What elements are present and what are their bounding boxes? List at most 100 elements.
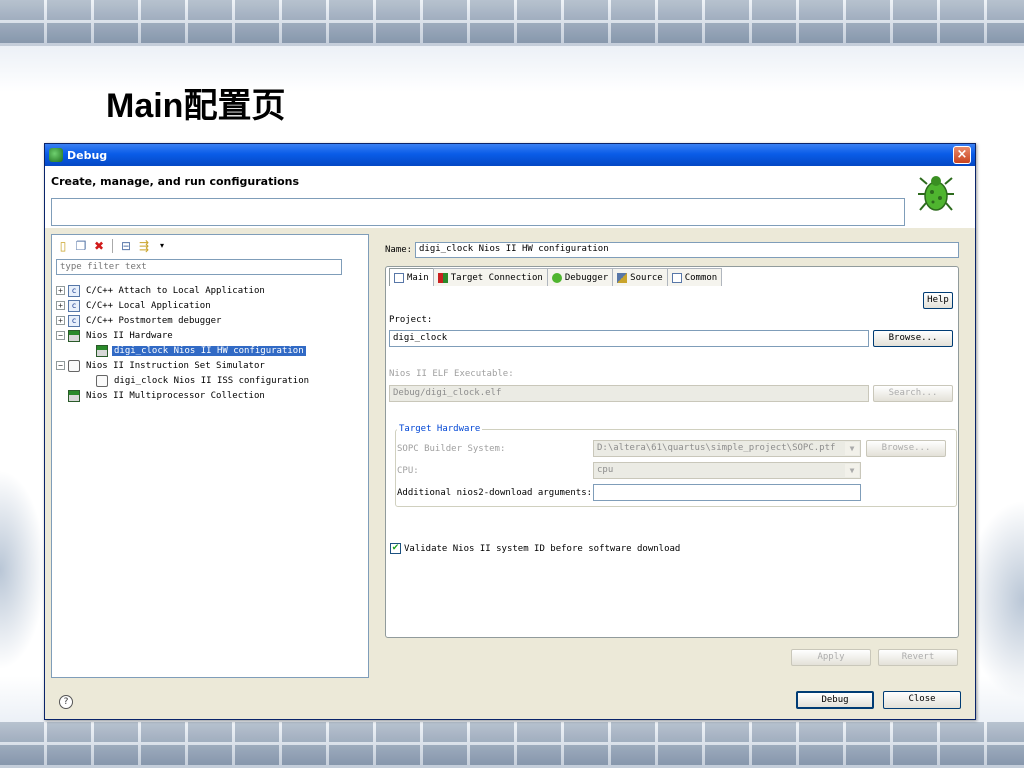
expand-icon[interactable]: +	[56, 301, 65, 310]
bug-icon	[918, 176, 954, 211]
name-label: Name:	[385, 245, 413, 255]
sopc-value: D:\altera\61\quartus\simple_project\SOPC…	[597, 443, 836, 453]
tree-item[interactable]: digi_clock Nios II HW configuration	[56, 343, 311, 358]
chevron-down-icon: ▼	[845, 464, 859, 477]
tree-item[interactable]: − Nios II Instruction Set Simulator	[56, 358, 311, 373]
new-config-icon[interactable]: ▯	[56, 239, 70, 253]
nios-hardware-icon	[96, 344, 108, 357]
args-input[interactable]	[593, 484, 861, 501]
collapse-icon[interactable]: −	[56, 331, 65, 340]
tree-item[interactable]: digi_clock Nios II ISS configuration	[56, 373, 311, 388]
duplicate-config-icon[interactable]: ❐	[74, 239, 88, 253]
nios-hardware-icon	[68, 329, 80, 342]
bottom-decorative-band	[0, 722, 1024, 768]
tree-item-label: digi_clock Nios II HW configuration	[112, 345, 306, 356]
tab-label: Source	[630, 272, 663, 283]
cpu-label: CPU:	[397, 466, 419, 476]
filter-input[interactable]	[56, 259, 342, 275]
elf-input[interactable]: Debug/digi_clock.elf	[389, 385, 869, 402]
debug-button[interactable]: Debug	[796, 691, 874, 709]
source-icon	[617, 272, 628, 283]
tree-item-label: digi_clock Nios II ISS configuration	[114, 375, 310, 386]
project-browse-button[interactable]: Browse...	[873, 330, 953, 347]
elf-search-button[interactable]: Search...	[873, 385, 953, 402]
tree-item-label: Nios II Multiprocessor Collection	[86, 390, 265, 401]
message-area	[51, 198, 905, 226]
tab-strip: Main Target Connection Debugger Source C…	[389, 268, 723, 286]
tab-common[interactable]: Common	[666, 268, 723, 286]
tab-label: Common	[684, 272, 718, 283]
expand-icon[interactable]: +	[56, 316, 65, 325]
close-button[interactable]: Close	[883, 691, 961, 709]
target-connection-icon	[437, 272, 448, 283]
window-title: Debug	[67, 148, 108, 162]
tree-item-label: C/C++ Local Application	[86, 300, 211, 311]
tree-item[interactable]: + c C/C++ Attach to Local Application	[56, 283, 311, 298]
delete-config-icon[interactable]: ✖	[92, 239, 106, 253]
revert-button[interactable]: Revert	[878, 649, 958, 666]
chevron-down-icon: ▼	[845, 442, 859, 455]
filter-icon[interactable]: ⇶	[137, 239, 151, 253]
configuration-list-panel: ▯ ❐ ✖ ⊟ ⇶ ▾ +cC/C++ Attach to Local Appl…	[51, 234, 369, 678]
sopc-label: SOPC Builder System:	[397, 444, 506, 454]
dialog-header: Create, manage, and run configurations	[45, 166, 975, 228]
configuration-tree: + c C/C++ Attach to Local Application + c C/C…	[56, 283, 311, 403]
sopc-select[interactable]: D:\altera\61\quartus\simple_project\SOPC…	[593, 440, 861, 457]
tab-debugger[interactable]: Debugger	[546, 268, 614, 286]
help-button[interactable]: Help	[923, 292, 953, 309]
apply-button[interactable]: Apply	[791, 649, 871, 666]
left-decoration	[0, 470, 46, 670]
toolbar-separator	[112, 239, 113, 253]
project-label: Project:	[389, 315, 433, 325]
main-tab-icon	[394, 272, 404, 283]
titlebar[interactable]: Debug ×	[45, 144, 975, 166]
elf-label: Nios II ELF Executable:	[389, 369, 514, 379]
tab-source[interactable]: Source	[612, 268, 668, 286]
iss-icon	[68, 359, 80, 372]
common-icon	[671, 272, 682, 283]
tab-label: Debugger	[564, 272, 609, 283]
header-title: Create, manage, and run configurations	[51, 175, 300, 188]
chevron-down-icon[interactable]: ▾	[155, 239, 169, 253]
collapse-all-icon[interactable]: ⊟	[119, 239, 133, 253]
debug-app-icon	[49, 148, 63, 162]
tree-item[interactable]: + c C/C++ Postmortem debugger	[56, 313, 311, 328]
debug-dialog: Debug × Create, manage, and run configur…	[44, 143, 976, 720]
top-decorative-band	[0, 0, 1024, 46]
sopc-browse-button[interactable]: Browse...	[866, 440, 946, 457]
help-icon[interactable]: ?	[59, 695, 73, 709]
validate-label: Validate Nios II system ID before softwa…	[404, 544, 681, 554]
tab-main[interactable]: Main	[389, 268, 434, 286]
tree-item-label: C/C++ Attach to Local Application	[86, 285, 265, 296]
name-input[interactable]: digi_clock Nios II HW configuration	[415, 242, 959, 258]
target-hardware-title: Target Hardware	[397, 424, 483, 434]
c-config-icon: c	[68, 284, 80, 297]
cpu-select[interactable]: cpu ▼	[593, 462, 861, 479]
validate-checkbox[interactable]: ✔	[390, 543, 401, 554]
c-config-icon: c	[68, 314, 80, 327]
collapse-icon[interactable]: −	[56, 361, 65, 370]
args-label: Additional nios2-download arguments:	[397, 488, 593, 498]
multiprocessor-icon	[68, 389, 80, 402]
tree-item[interactable]: + c C/C++ Local Application	[56, 298, 311, 313]
tree-item-label: Nios II Instruction Set Simulator	[86, 360, 265, 371]
config-toolbar: ▯ ❐ ✖ ⊟ ⇶ ▾	[56, 238, 169, 254]
debugger-bug-icon	[551, 272, 562, 283]
iss-icon	[96, 374, 108, 387]
tree-item-label: Nios II Hardware	[86, 330, 173, 341]
tree-item-label: C/C++ Postmortem debugger	[86, 315, 222, 326]
slide-title: Main配置页	[106, 87, 286, 125]
tab-label: Main	[407, 272, 429, 283]
c-config-icon: c	[68, 299, 80, 312]
tab-target-connection[interactable]: Target Connection	[432, 268, 548, 286]
close-window-button[interactable]: ×	[953, 146, 971, 164]
cpu-value: cpu	[597, 465, 614, 475]
tree-item[interactable]: − Nios II Hardware	[56, 328, 311, 343]
project-input[interactable]: digi_clock	[389, 330, 869, 347]
tab-label: Target Connection	[450, 272, 543, 283]
expand-icon[interactable]: +	[56, 286, 65, 295]
tree-item[interactable]: Nios II Multiprocessor Collection	[56, 388, 311, 403]
